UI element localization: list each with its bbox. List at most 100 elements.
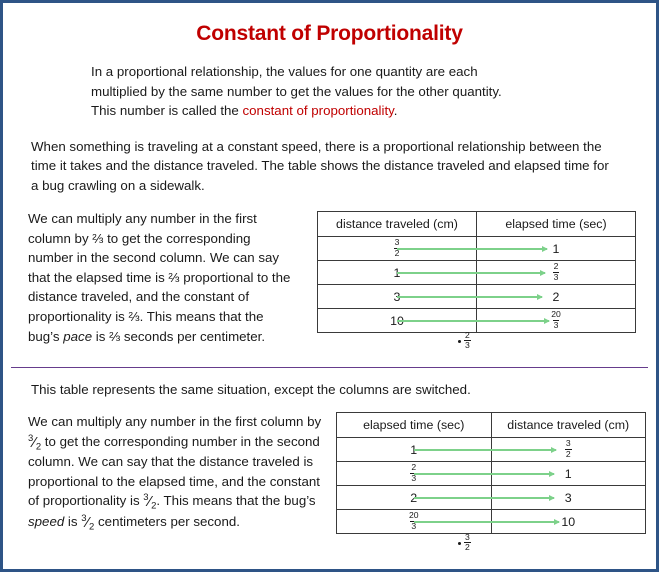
- table-row: 1 32: [336, 437, 646, 462]
- cell-right: 1: [476, 236, 636, 261]
- cell-left-value: 3: [393, 289, 401, 304]
- proportionality-table-one: distance traveled (cm) elapsed time (sec…: [317, 211, 636, 333]
- cell-right-content: 2: [477, 285, 635, 308]
- table-header-row: elapsed time (sec) distance traveled (cm…: [336, 412, 646, 438]
- section-one-explanation: We can multiply any number in the first …: [28, 209, 296, 346]
- cell-right-fraction: 20 3: [550, 310, 562, 329]
- cell-left: 2: [336, 485, 554, 510]
- cell-left-content: 23: [337, 462, 491, 485]
- cell-right-fraction: 32: [564, 438, 572, 459]
- cell-right: 2: [476, 284, 636, 309]
- cell-left-numerator: 2: [411, 462, 417, 473]
- inline-fraction-3-numerator: 3: [81, 512, 87, 524]
- cell-right-fraction: 23: [552, 261, 560, 282]
- cell-right-content: 10: [492, 510, 646, 533]
- cell-left-content: 3: [318, 285, 476, 308]
- cell-left: 23: [336, 461, 554, 486]
- cell-left-denominator: 2: [393, 247, 401, 258]
- inline-fraction-2-denominator: 2: [151, 500, 157, 512]
- section-two-emphasis-speed: speed: [28, 513, 65, 529]
- intro-line-3: This number is called the constant of pr…: [91, 101, 604, 121]
- inline-fraction-1-denominator: 2: [35, 441, 42, 453]
- multiplier-fraction-two: 3 2: [464, 531, 471, 553]
- section-two: This table represents the same situation…: [3, 380, 656, 569]
- column-header-time: elapsed time (sec): [476, 211, 636, 237]
- constant-of-proportionality-term: constant of proportionality: [242, 103, 394, 118]
- cell-left-content: 1: [337, 438, 491, 461]
- cell-right-value: 1: [564, 466, 572, 481]
- intro-line-2: multiplied by the same number to get the…: [91, 83, 502, 99]
- cell-right-content: 20 3: [477, 309, 635, 332]
- table-row: 32 1: [317, 236, 636, 261]
- cell-left-content: 2: [337, 486, 491, 509]
- cell-left-fraction: 23: [410, 462, 418, 483]
- inline-fraction-2-numerator: 3: [143, 492, 149, 504]
- inline-fraction-3-denominator: 2: [89, 521, 95, 533]
- fraction-slash-icon: ⁄: [33, 433, 36, 451]
- section-two-explanation: We can multiply any number in the first …: [28, 412, 323, 533]
- table-row: 1 23: [317, 260, 636, 285]
- multiplication-dot-icon: [458, 340, 461, 344]
- column-header-distance: distance traveled (cm): [317, 211, 477, 237]
- multiplication-dot-icon: [458, 542, 461, 546]
- cell-left: 1: [317, 260, 545, 285]
- cell-right-content: 23: [477, 261, 635, 284]
- cell-right-denominator: 3: [552, 319, 560, 330]
- section-two-text-part-5: centimeters per second.: [94, 513, 240, 529]
- cell-right: 10: [490, 509, 646, 534]
- cell-left-numerator: 20: [408, 510, 419, 521]
- cell-left-content: 20 3: [337, 510, 491, 533]
- section-two-intro: This table represents the same situation…: [31, 382, 471, 397]
- intro-line-3-prefix: This number is called the: [91, 103, 243, 118]
- table-row: 23: [336, 485, 646, 510]
- cell-right-value: 3: [564, 490, 572, 505]
- inline-fraction-1: 3⁄2: [28, 432, 41, 453]
- section-one: We can multiply any number in the first …: [3, 209, 656, 366]
- column-header-time: elapsed time (sec): [336, 412, 492, 438]
- intro-line-3-suffix: .: [393, 103, 398, 118]
- inline-fraction-3: 3⁄2: [81, 512, 94, 533]
- cell-right-denominator: 2: [564, 448, 572, 459]
- cell-right-content: 1: [492, 462, 646, 485]
- proportionality-table-two-wrapper: elapsed time (sec) distance traveled (cm…: [336, 412, 646, 534]
- document-frame: Constant of Proportionality In a proport…: [0, 0, 659, 572]
- multiplier-fraction-one: 2 3: [464, 329, 471, 351]
- cell-right-numerator: 2: [553, 261, 559, 272]
- cell-left: 3: [317, 284, 542, 309]
- cell-right: 3: [490, 485, 646, 510]
- page-title: Constant of Proportionality: [196, 22, 463, 45]
- section-two-text-part-3: . This means that the bug’s: [156, 493, 316, 509]
- proportionality-table-one-wrapper: distance traveled (cm) elapsed time (sec…: [317, 211, 636, 333]
- section-one-text-part-1: We can multiply any number in the first …: [28, 211, 291, 344]
- cell-right-content: 3: [492, 486, 646, 509]
- cell-right: 1: [490, 461, 646, 486]
- cell-right: 23: [476, 260, 636, 285]
- multiplier-numerator: 3: [465, 531, 470, 542]
- cell-left-value: 2: [410, 490, 418, 505]
- cell-left-value: 1: [393, 265, 401, 280]
- cell-left-denominator: 3: [410, 472, 418, 483]
- section-two-text-part-4: is: [64, 513, 82, 529]
- cell-left: 20 3: [336, 509, 559, 534]
- cell-left-content: 10: [318, 309, 476, 332]
- cell-right-value: 1: [552, 241, 560, 256]
- cell-right: 32: [490, 437, 646, 462]
- section-one-text-part-2: is ⅔ seconds per centimeter.: [92, 328, 266, 344]
- multiplier-numerator: 2: [465, 329, 470, 340]
- cell-left: 32: [317, 236, 547, 261]
- cell-left-denominator: 3: [410, 520, 418, 531]
- cell-right: 20 3: [476, 308, 636, 333]
- cell-left: 1: [336, 437, 556, 462]
- multiplier-denominator: 2: [464, 541, 471, 553]
- multiplier-denominator: 3: [464, 339, 471, 351]
- fraction-slash-icon: ⁄: [86, 513, 90, 531]
- fraction-slash-icon: ⁄: [148, 493, 152, 511]
- cell-right-numerator: 3: [565, 438, 571, 449]
- cell-right-denominator: 3: [552, 271, 560, 282]
- cell-left-content: 32: [318, 237, 476, 260]
- section-one-emphasis-pace: pace: [63, 328, 93, 344]
- cell-right-content: 32: [492, 438, 646, 461]
- cell-right-numerator: 20: [551, 309, 561, 320]
- cell-right-value: 10: [561, 514, 576, 529]
- section-divider: [11, 367, 648, 368]
